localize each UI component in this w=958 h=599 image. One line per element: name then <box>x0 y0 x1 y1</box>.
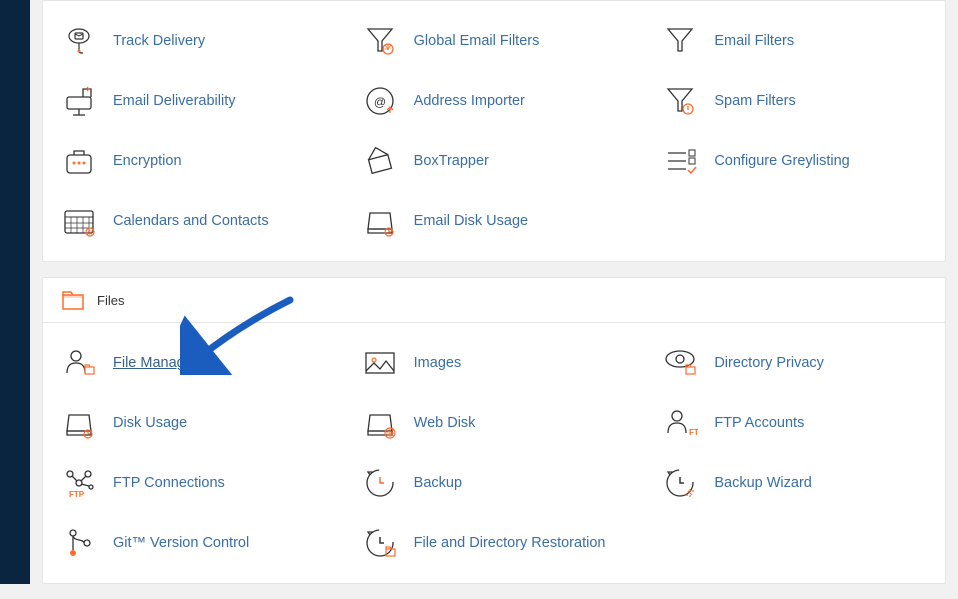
email-filters-icon <box>662 23 698 59</box>
email-item-track-delivery[interactable]: Track Delivery <box>43 11 344 71</box>
item-label: Encryption <box>113 153 182 169</box>
files-item-git[interactable]: Git™ Version Control <box>43 513 344 573</box>
item-label: Images <box>414 355 462 371</box>
files-panel: Files File Manager <box>42 277 946 584</box>
files-item-web-disk[interactable]: Web Disk <box>344 393 645 453</box>
files-item-file-manager[interactable]: File Manager <box>43 333 344 393</box>
item-label: Directory Privacy <box>714 355 824 371</box>
files-item-images[interactable]: Images <box>344 333 645 393</box>
files-item-ftp-accounts[interactable]: FTP FTP Accounts <box>644 393 945 453</box>
item-label: Global Email Filters <box>414 33 540 49</box>
email-panel-body: Track Delivery Global Email Filters <box>43 1 945 261</box>
address-importer-icon: @ <box>362 83 398 119</box>
calendars-icon: @ <box>61 203 97 239</box>
email-grid: Track Delivery Global Email Filters <box>43 11 945 251</box>
track-delivery-icon <box>61 23 97 59</box>
files-panel-header[interactable]: Files <box>43 278 945 323</box>
item-label: Web Disk <box>414 415 476 431</box>
files-item-restoration[interactable]: File and Directory Restoration <box>344 513 645 573</box>
file-manager-icon <box>61 345 97 381</box>
item-label: Email Filters <box>714 33 794 49</box>
email-item-encryption[interactable]: Encryption <box>43 131 344 191</box>
git-icon <box>61 525 97 561</box>
item-label: Backup <box>414 475 462 491</box>
files-item-backup-wizard[interactable]: Backup Wizard <box>644 453 945 513</box>
email-item-greylisting[interactable]: Configure Greylisting <box>644 131 945 191</box>
svg-text:FTP: FTP <box>69 490 85 499</box>
sidebar-nav <box>0 0 30 584</box>
item-label: Disk Usage <box>113 415 187 431</box>
item-label: FTP Accounts <box>714 415 804 431</box>
item-label: File Manager <box>113 355 198 371</box>
images-icon <box>362 345 398 381</box>
folder-icon <box>61 288 85 312</box>
item-label: BoxTrapper <box>414 153 489 169</box>
email-disk-usage-icon <box>362 203 398 239</box>
item-label: Spam Filters <box>714 93 795 109</box>
item-label: File and Directory Restoration <box>414 535 606 551</box>
email-item-email-filters[interactable]: Email Filters <box>644 11 945 71</box>
restoration-icon <box>362 525 398 561</box>
ftp-connections-icon: FTP <box>61 465 97 501</box>
files-item-backup[interactable]: Backup <box>344 453 645 513</box>
email-item-boxtrapper[interactable]: BoxTrapper <box>344 131 645 191</box>
item-label: FTP Connections <box>113 475 225 491</box>
disk-usage-icon <box>61 405 97 441</box>
global-filters-icon <box>362 23 398 59</box>
email-panel: Track Delivery Global Email Filters <box>42 0 946 262</box>
email-item-disk-usage[interactable]: Email Disk Usage <box>344 191 645 251</box>
item-label: Email Deliverability <box>113 93 235 109</box>
greylisting-icon <box>662 143 698 179</box>
email-item-deliverability[interactable]: Email Deliverability <box>43 71 344 131</box>
backup-wizard-icon <box>662 465 698 501</box>
files-item-disk-usage[interactable]: Disk Usage <box>43 393 344 453</box>
email-item-global-filters[interactable]: Global Email Filters <box>344 11 645 71</box>
item-label: Email Disk Usage <box>414 213 528 229</box>
svg-text:@: @ <box>374 95 386 109</box>
encryption-icon <box>61 143 97 179</box>
ftp-accounts-icon: FTP <box>662 405 698 441</box>
web-disk-icon <box>362 405 398 441</box>
svg-text:@: @ <box>87 231 93 237</box>
files-panel-title: Files <box>97 293 124 308</box>
email-item-calendars[interactable]: @ Calendars and Contacts <box>43 191 344 251</box>
item-label: Git™ Version Control <box>113 535 249 551</box>
files-item-directory-privacy[interactable]: Directory Privacy <box>644 333 945 393</box>
email-item-spam-filters[interactable]: Spam Filters <box>644 71 945 131</box>
spam-filters-icon <box>662 83 698 119</box>
item-label: Backup Wizard <box>714 475 812 491</box>
item-label: Configure Greylisting <box>714 153 849 169</box>
main-content: Track Delivery Global Email Filters <box>30 0 958 584</box>
boxtrapper-icon <box>362 143 398 179</box>
deliverability-icon <box>61 83 97 119</box>
item-label: Track Delivery <box>113 33 205 49</box>
backup-icon <box>362 465 398 501</box>
files-panel-body: File Manager Images <box>43 323 945 583</box>
files-grid: File Manager Images <box>43 333 945 573</box>
item-label: Calendars and Contacts <box>113 213 269 229</box>
files-item-ftp-connections[interactable]: FTP FTP Connections <box>43 453 344 513</box>
directory-privacy-icon <box>662 345 698 381</box>
svg-text:FTP: FTP <box>689 428 698 437</box>
item-label: Address Importer <box>414 93 525 109</box>
email-item-address-importer[interactable]: @ Address Importer <box>344 71 645 131</box>
